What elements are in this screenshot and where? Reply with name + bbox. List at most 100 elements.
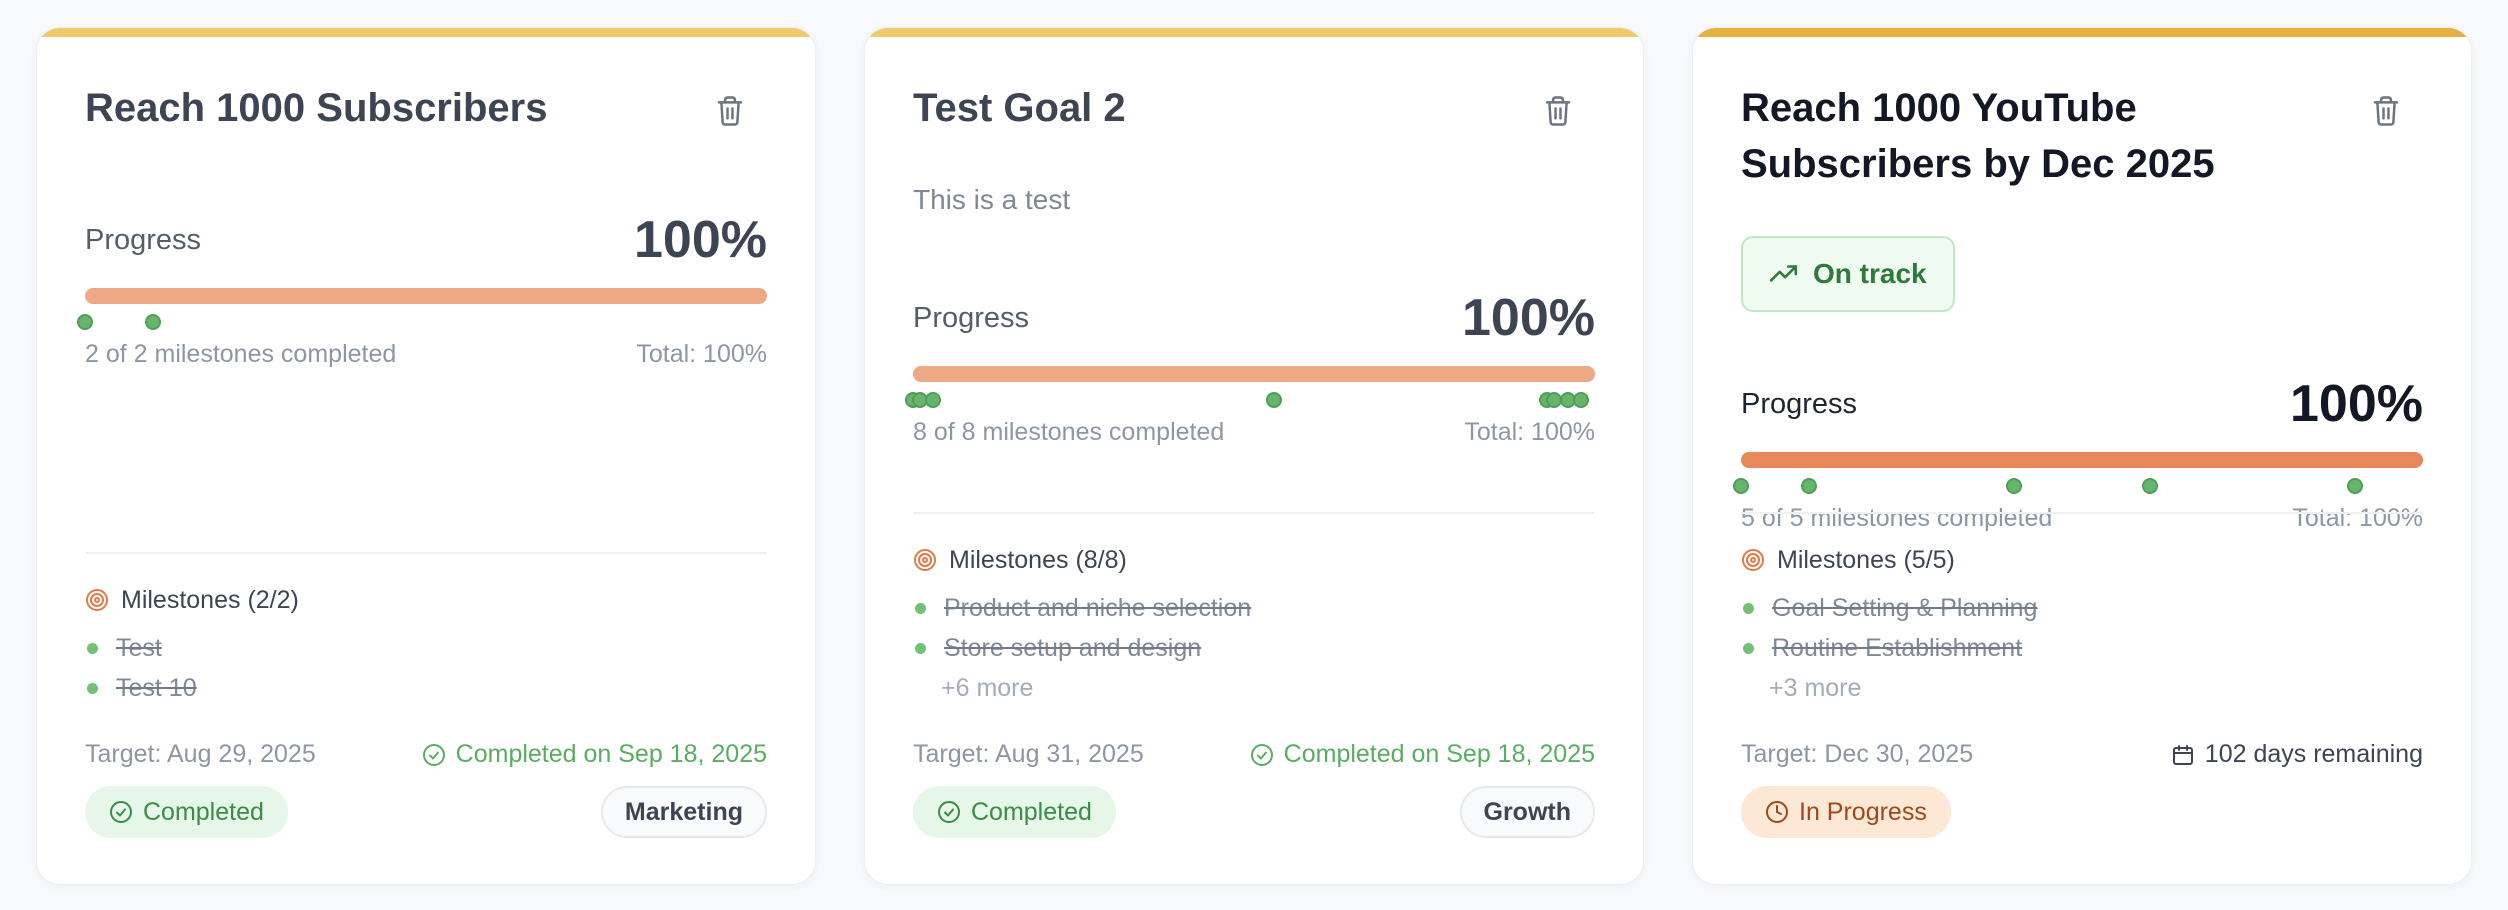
milestone-text: Test 10	[116, 673, 197, 702]
milestone-dot	[915, 642, 926, 654]
milestone-markers	[905, 388, 1595, 412]
milestone-dot	[915, 602, 926, 614]
trash-icon	[1543, 95, 1573, 127]
goal-footer: In Progress	[1741, 786, 2423, 838]
divider	[1741, 512, 2423, 514]
card-accent-bar	[865, 28, 1643, 37]
milestone-text: Test	[116, 633, 162, 662]
progress-total: Total: 100%	[1464, 418, 1595, 446]
progress-section: Progress 100% 5 of 5 milestones complete…	[1733, 374, 2423, 533]
progress-section: Progress 100% 8 of 8 milestones complete…	[905, 288, 1595, 447]
milestone-marker	[2142, 478, 2159, 494]
target-date: Target: Aug 29, 2025	[85, 740, 316, 768]
goal-card[interactable]: Reach 1000 YouTube Subscribers by Dec 20…	[1692, 27, 2472, 885]
divider	[913, 512, 1595, 514]
on-track-text: On track	[1813, 258, 1927, 289]
on-track-indicator: On track	[1741, 236, 1955, 312]
milestones-heading: Milestones (5/5)	[1777, 545, 1955, 574]
goal-description: This is a test	[913, 184, 1071, 215]
days-remaining: 102 days remaining	[2171, 740, 2423, 769]
milestones-summary: 5 of 5 milestones completed	[1741, 504, 2053, 532]
status-badge: Completed	[913, 786, 1116, 838]
trash-icon	[715, 95, 745, 127]
delete-goal-button[interactable]	[2363, 88, 2409, 134]
calendar-icon	[2171, 743, 2195, 767]
card-accent-bar	[1693, 28, 2471, 37]
goal-title: Reach 1000 YouTube Subscribers by Dec 20…	[1741, 86, 2215, 186]
days-remaining-text: 102 days remaining	[2204, 740, 2423, 768]
target-icon	[1741, 548, 1765, 572]
milestone-item: Routine Establishment	[1741, 628, 2423, 668]
progress-fill	[85, 288, 767, 304]
goals-grid: Reach 1000 Subscribers Progress 100% 2 o…	[36, 27, 2472, 885]
milestone-item: Store setup and design	[913, 628, 1595, 668]
category-tag: Marketing	[600, 786, 767, 838]
progress-label: Progress	[85, 223, 202, 256]
target-date: Target: Aug 31, 2025	[913, 740, 1144, 768]
more-milestones-link[interactable]: +6 more	[913, 668, 1595, 708]
milestone-item: Goal Setting & Planning	[1741, 588, 2423, 628]
card-accent-bar	[37, 28, 815, 37]
progress-label: Progress	[913, 301, 1030, 334]
divider	[85, 552, 767, 554]
progress-percent: 100%	[634, 211, 767, 269]
milestone-dot	[1743, 642, 1754, 654]
check-circle-icon	[1250, 743, 1274, 767]
milestones-section: Milestones (5/5) Goal Setting & Planning…	[1741, 542, 2423, 708]
milestone-marker	[145, 314, 162, 330]
milestones-summary: 2 of 2 milestones completed	[85, 340, 397, 368]
milestone-item: Test 10	[85, 668, 767, 708]
target-icon	[913, 548, 937, 572]
milestone-text: Store setup and design	[944, 633, 1202, 662]
completion-text: Completed on Sep 18, 2025	[1283, 740, 1595, 768]
target-date: Target: Dec 30, 2025	[1741, 740, 1974, 768]
milestone-marker	[925, 392, 942, 408]
trending-up-icon	[1769, 263, 1799, 285]
goal-card[interactable]: Reach 1000 Subscribers Progress 100% 2 o…	[36, 27, 816, 885]
milestones-heading: Milestones (8/8)	[949, 545, 1127, 574]
completion-text: Completed on Sep 18, 2025	[455, 740, 767, 768]
milestone-marker	[1573, 392, 1590, 408]
goal-meta: Target: Aug 31, 2025 Completed on Sep 18…	[913, 740, 1595, 769]
trash-icon	[2371, 95, 2401, 127]
more-milestones-link[interactable]: +3 more	[1741, 668, 2423, 708]
milestone-marker	[2346, 478, 2363, 494]
milestone-dot	[87, 642, 98, 654]
completion-date: Completed on Sep 18, 2025	[422, 740, 767, 769]
milestone-item: Test	[85, 628, 767, 668]
status-badge: In Progress	[1741, 786, 1951, 838]
goal-card[interactable]: Test Goal 2 This is a test Progress 100%…	[864, 27, 1644, 885]
status-badge: Completed	[85, 786, 288, 838]
goal-meta: Target: Dec 30, 2025 102 days remaining	[1741, 740, 2423, 769]
milestone-marker	[2005, 478, 2022, 494]
status-text: In Progress	[1799, 797, 1927, 826]
milestone-marker	[1801, 478, 1818, 494]
delete-goal-button[interactable]	[707, 88, 753, 134]
target-icon	[85, 588, 109, 612]
milestone-dot	[1743, 602, 1754, 614]
progress-bar	[913, 366, 1595, 382]
milestone-markers	[77, 310, 767, 334]
progress-fill	[1741, 452, 2423, 468]
progress-section: Progress 100% 2 of 2 milestones complete…	[77, 210, 767, 369]
milestone-item: Product and niche selection	[913, 588, 1595, 628]
goal-title: Test Goal 2	[913, 86, 1126, 130]
progress-total: Total: 100%	[636, 340, 767, 368]
goal-title: Reach 1000 Subscribers	[85, 86, 548, 130]
delete-goal-button[interactable]	[1535, 88, 1581, 134]
check-circle-icon	[937, 800, 961, 824]
milestone-marker	[1266, 392, 1283, 408]
milestone-marker	[1733, 478, 1749, 494]
check-circle-icon	[109, 800, 133, 824]
status-text: Completed	[971, 797, 1092, 826]
progress-fill	[913, 366, 1595, 382]
milestones-section: Milestones (2/2) Test Test 10	[85, 582, 767, 708]
progress-bar	[85, 288, 767, 304]
progress-bar	[1741, 452, 2423, 468]
milestone-markers	[1733, 474, 2423, 498]
category-tag: Growth	[1459, 786, 1595, 838]
goal-meta: Target: Aug 29, 2025 Completed on Sep 18…	[85, 740, 767, 769]
milestone-text: Product and niche selection	[944, 593, 1252, 622]
progress-percent: 100%	[2290, 375, 2423, 433]
milestone-text: Goal Setting & Planning	[1772, 593, 2038, 622]
